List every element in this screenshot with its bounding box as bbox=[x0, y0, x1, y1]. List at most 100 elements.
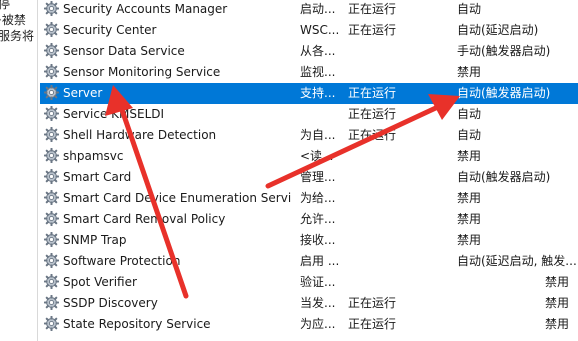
service-name-cell: State Repository Service bbox=[44, 314, 298, 335]
service-description: 启动... bbox=[300, 2, 336, 16]
gear-icon bbox=[44, 168, 60, 185]
service-row[interactable]: Sensor Monitoring Service 监视... 禁用 bbox=[40, 62, 578, 83]
service-row[interactable]: Software Protection 启用 ... 自动(延迟启动, 触发... bbox=[40, 251, 578, 272]
service-name: shpamsvc bbox=[63, 149, 124, 163]
service-startup-type: 禁用 bbox=[457, 212, 482, 226]
service-status bbox=[348, 146, 456, 167]
service-name: Smart Card Removal Policy bbox=[63, 212, 226, 226]
gear-icon bbox=[44, 294, 60, 311]
gear-icon bbox=[44, 252, 60, 269]
service-name: Security Center bbox=[63, 23, 157, 37]
gear-icon bbox=[44, 147, 60, 164]
service-row[interactable]: State Repository Service 为应... 正在运行 禁用 bbox=[40, 314, 578, 335]
service-row[interactable]: Shell Hardware Detection 为自... 正在运行 自动 bbox=[40, 125, 578, 146]
service-startup-type: 自动 bbox=[457, 2, 482, 16]
service-startup-type: 自动 bbox=[457, 107, 482, 121]
service-status bbox=[348, 41, 456, 62]
service-status bbox=[348, 188, 456, 209]
gear-icon bbox=[44, 0, 60, 17]
service-name: Smart Card Device Enumeration Servi bbox=[63, 191, 292, 205]
service-name: Sensor Monitoring Service bbox=[63, 65, 221, 79]
service-startup-type: 禁用 bbox=[457, 191, 482, 205]
services-list[interactable]: Security Accounts Manager 启动... 正在运行 自动 Secu… bbox=[40, 0, 578, 341]
service-name: Shell Hardware Detection bbox=[63, 128, 217, 142]
service-description: 验证... bbox=[300, 275, 336, 289]
service-name-cell: Spot Verifier bbox=[44, 272, 298, 293]
service-status bbox=[348, 62, 456, 83]
service-name-cell: Smart Card Device Enumeration Servi bbox=[44, 188, 298, 209]
service-startup-type: 自动(触发器启动) bbox=[457, 86, 551, 100]
service-row[interactable]: Security Center WSC... 正在运行 自动(延迟启动) bbox=[40, 20, 578, 41]
gear-icon bbox=[44, 210, 60, 227]
gear-icon bbox=[44, 21, 60, 38]
service-startup-type: 禁用 bbox=[457, 65, 482, 79]
service-name: State Repository Service bbox=[63, 317, 211, 331]
service-row[interactable]: Smart Card 管理... 自动(触发器启动) bbox=[40, 167, 578, 188]
left-pane-line: ·被禁 bbox=[0, 13, 26, 27]
gear-icon bbox=[44, 105, 60, 122]
service-startup-type: 禁用 bbox=[545, 275, 570, 289]
left-description-pane: 停 ·被禁 服务将 bbox=[0, 0, 38, 341]
gear-icon bbox=[44, 126, 60, 143]
service-startup-type: 手动(触发器启动) bbox=[457, 44, 551, 58]
service-name: Sensor Data Service bbox=[63, 44, 185, 58]
service-name-cell: Sensor Monitoring Service bbox=[44, 62, 298, 83]
service-status bbox=[348, 209, 456, 230]
gear-icon bbox=[44, 273, 60, 290]
service-description: <读... bbox=[300, 149, 334, 163]
service-name-cell: Service KMSELDI bbox=[44, 104, 298, 125]
service-name-cell: Software Protection bbox=[44, 251, 298, 272]
service-name-cell: SNMP Trap bbox=[44, 230, 298, 251]
service-description: 支持... bbox=[300, 86, 336, 100]
service-name: Security Accounts Manager bbox=[63, 2, 228, 16]
service-status: 正在运行 bbox=[348, 23, 397, 37]
gear-icon bbox=[44, 42, 60, 59]
service-row[interactable]: Server 支持... 正在运行 自动(触发器启动) bbox=[40, 83, 578, 104]
service-description: 为给... bbox=[300, 191, 336, 205]
service-name: Service KMSELDI bbox=[63, 107, 165, 121]
service-name: Server bbox=[63, 86, 103, 100]
service-name-cell: Smart Card bbox=[44, 167, 298, 188]
service-startup-type: 自动 bbox=[457, 128, 482, 142]
service-row[interactable]: Sensor Data Service 从各... 手动(触发器启动) bbox=[40, 41, 578, 62]
service-name-cell: Sensor Data Service bbox=[44, 41, 298, 62]
service-row[interactable]: Smart Card Device Enumeration Servi 为给...… bbox=[40, 188, 578, 209]
service-row[interactable]: Spot Verifier 验证... 禁用 bbox=[40, 272, 578, 293]
service-startup-type: 禁用 bbox=[457, 233, 482, 247]
service-description: 接收... bbox=[300, 233, 336, 247]
service-description bbox=[300, 104, 346, 125]
service-row[interactable]: shpamsvc <读... 禁用 bbox=[40, 146, 578, 167]
gear-icon bbox=[44, 189, 60, 206]
service-startup-type: 自动(延迟启动, 触发... bbox=[457, 254, 577, 268]
left-pane-line: 停 bbox=[0, 0, 37, 12]
gear-icon bbox=[44, 315, 60, 332]
service-status: 正在运行 bbox=[348, 107, 397, 121]
service-name-cell: Security Center bbox=[44, 20, 298, 41]
service-startup-type: 禁用 bbox=[545, 296, 570, 310]
service-description: 监视... bbox=[300, 65, 336, 79]
service-status: 正在运行 bbox=[348, 2, 397, 16]
service-row[interactable]: Smart Card Removal Policy 允许... 禁用 bbox=[40, 209, 578, 230]
service-description: 为应... bbox=[300, 317, 336, 331]
service-name: SNMP Trap bbox=[63, 233, 127, 247]
service-row[interactable]: SSDP Discovery 当发... 正在运行 禁用 bbox=[40, 293, 578, 314]
service-status bbox=[348, 272, 456, 293]
service-name: Software Protection bbox=[63, 254, 181, 268]
service-status bbox=[348, 230, 456, 251]
service-status bbox=[348, 251, 456, 272]
service-startup-type: 禁用 bbox=[457, 149, 482, 163]
service-status: 正在运行 bbox=[348, 128, 397, 142]
service-description: WSC... bbox=[300, 23, 340, 37]
service-name-cell: Shell Hardware Detection bbox=[44, 125, 298, 146]
service-description: 从各... bbox=[300, 44, 336, 58]
service-row[interactable]: Service KMSELDI 正在运行 自动 bbox=[40, 104, 578, 125]
service-row[interactable]: SNMP Trap 接收... 禁用 bbox=[40, 230, 578, 251]
service-name-cell: shpamsvc bbox=[44, 146, 298, 167]
service-description: 允许... bbox=[300, 212, 336, 226]
service-description: 为自... bbox=[300, 128, 336, 142]
gear-icon bbox=[44, 84, 60, 101]
gear-icon bbox=[44, 63, 60, 80]
service-row[interactable]: Security Accounts Manager 启动... 正在运行 自动 bbox=[40, 0, 578, 20]
service-name-cell: SSDP Discovery bbox=[44, 293, 298, 314]
service-description: 管理... bbox=[300, 170, 336, 184]
